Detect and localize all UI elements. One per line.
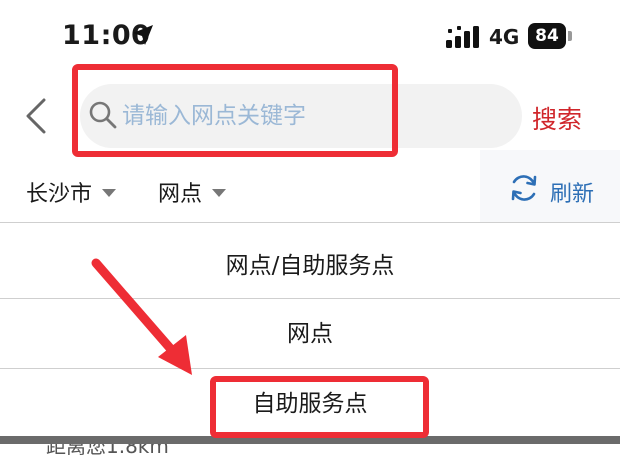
highlight-box-search — [72, 64, 398, 157]
chevron-left-icon[interactable] — [22, 96, 50, 136]
list-distance-peek: 距离您1.8km — [46, 434, 169, 458]
search-button[interactable]: 搜索 — [532, 100, 582, 136]
battery-cap — [568, 31, 572, 41]
cellular-signal-icon — [446, 26, 479, 48]
city-filter[interactable]: 长沙市 — [26, 176, 117, 208]
refresh-button[interactable]: 刷新 — [550, 176, 594, 208]
location-arrow-icon — [133, 25, 153, 45]
annotation-arrow — [91, 258, 192, 375]
highlight-box-option — [210, 376, 429, 438]
battery-icon: 84 — [528, 23, 574, 49]
status-bar: 11:00 4G 84 — [0, 0, 620, 72]
caret-down-icon — [102, 189, 117, 197]
network-type: 4G — [489, 25, 520, 49]
battery-level: 84 — [528, 23, 566, 49]
type-filter[interactable]: 网点 — [158, 176, 227, 208]
city-filter-label: 长沙市 — [26, 182, 93, 207]
type-filter-label: 网点 — [158, 182, 203, 207]
caret-down-icon — [212, 189, 227, 197]
refresh-icon[interactable] — [508, 172, 540, 204]
